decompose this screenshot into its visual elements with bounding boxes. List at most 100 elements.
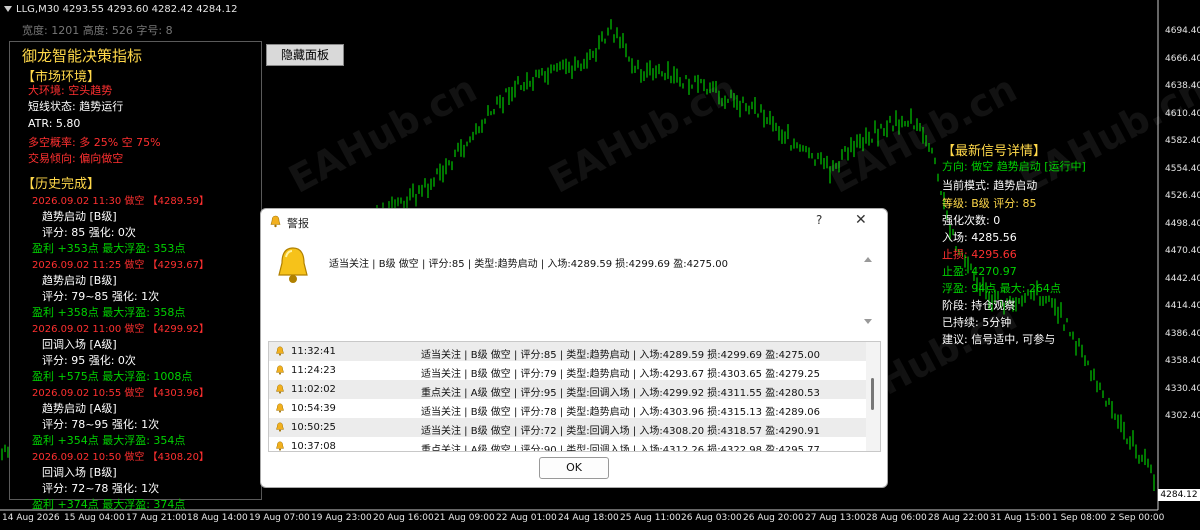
message-scrollbar[interactable] — [861, 251, 875, 329]
alert-time: 10:37:08 — [291, 441, 336, 452]
short-state: 短线状态: 趋势运行 — [28, 100, 124, 113]
alert-text: 重点关注 | A级 做空 | 评分:95 | 类型:回调入场 | 入场:4299… — [421, 388, 820, 399]
bell-icon — [278, 247, 308, 283]
list-scrollbar[interactable] — [866, 341, 881, 452]
decision-panel: 御龙智能决策指标 【市场环境】 大环境: 空头趋势 短线状态: 趋势运行 ATR… — [9, 41, 262, 511]
alert-text: 适当关注 | B级 做空 | 评分:79 | 类型:趋势启动 | 入场:4293… — [421, 369, 820, 380]
alert-row[interactable]: 10:54:39 适当关注 | B级 做空 | 评分:78 | 类型:趋势启动 |… — [269, 399, 867, 418]
x-tick-label: 21 Aug 09:00 — [434, 513, 495, 523]
x-tick-label: 28 Aug 06:00 — [866, 513, 927, 523]
y-tick-label: 4610.40 — [1165, 108, 1200, 119]
x-tick-label: 31 Aug 15:00 — [990, 513, 1051, 523]
history-entry-head: 2026.09.02 11:30 做空 【4289.59】 — [32, 196, 209, 207]
signal-grade: 等级: B级 评分: 85 — [942, 197, 1037, 210]
alert-message: 适当关注 | B级 做空 | 评分:85 | 类型:趋势启动 | 入场:4289… — [329, 259, 728, 270]
x-tick-label: 2 Sep 00:00 — [1110, 513, 1165, 523]
x-tick-label: 1 Sep 08:00 — [1052, 513, 1107, 523]
x-tick-label: 24 Aug 18:00 — [558, 513, 619, 523]
alert-time: 11:02:02 — [291, 384, 336, 395]
x-tick-label: 27 Aug 13:00 — [805, 513, 866, 523]
y-tick-label: 4666.40 — [1165, 53, 1200, 64]
bell-icon — [276, 441, 284, 451]
y-tick-label: 4526.40 — [1165, 191, 1200, 201]
x-tick-label: 18 Aug 14:00 — [187, 513, 248, 523]
y-tick-label: 4498.40 — [1165, 218, 1200, 229]
trade-bias: 交易倾向: 偏向做空 — [28, 152, 124, 165]
alert-time: 11:32:41 — [291, 346, 336, 357]
history-entry-profit: 盈利 +358点 最大浮盈: 358点 — [32, 306, 186, 319]
signal-direction: 方向: 做空 趋势启动 [运行中] — [942, 160, 1086, 173]
signal-float: 浮盈: 94点 最大: 264点 — [942, 282, 1061, 295]
bell-icon — [276, 365, 284, 375]
help-button[interactable]: ? — [816, 213, 822, 227]
history-entry-score: 评分: 72~78 强化: 1次 — [42, 482, 160, 495]
history-entry-mode: 回调入场 [A级] — [42, 338, 117, 351]
history-entry-profit: 盈利 +575点 最大浮盈: 1008点 — [32, 370, 193, 383]
symbol-quote: LLG,M30 4293.55 4293.60 4282.42 4284.12 — [16, 4, 238, 15]
alert-dialog: 警报 ? ✕ 适当关注 | B级 做空 | 评分:85 | 类型:趋势启动 | … — [260, 208, 888, 488]
x-tick-label: 19 Aug 23:00 — [311, 513, 372, 523]
close-button[interactable]: ✕ — [855, 212, 867, 228]
alert-history-list[interactable]: 11:32:41 适当关注 | B级 做空 | 评分:85 | 类型:趋势启动 |… — [268, 341, 868, 452]
x-tick-label: 14 Aug 2026 — [2, 513, 60, 523]
dropdown-triangle-icon[interactable] — [4, 6, 12, 12]
x-tick-label: 28 Aug 22:00 — [928, 513, 989, 523]
history-entry-head: 2026.09.02 10:55 做空 【4303.96】 — [32, 388, 209, 399]
x-tick-label: 20 Aug 16:00 — [373, 513, 434, 523]
dialog-titlebar[interactable]: 警报 ? ✕ — [261, 209, 887, 235]
y-tick-label: 4386.40 — [1165, 328, 1200, 339]
bell-icon — [276, 346, 284, 356]
long-short-probability: 多空概率: 多 25% 空 75% — [28, 136, 161, 149]
y-tick-label: 4330.40 — [1165, 383, 1200, 394]
atr-value: ATR: 5.80 — [28, 117, 81, 130]
bell-icon — [276, 384, 284, 394]
chart-size-info: 宽度: 1201 高度: 526 字号: 8 — [22, 24, 173, 37]
history-entry-mode: 趋势启动 [A级] — [42, 402, 117, 415]
signal-advice: 建议: 信号适中, 可参与 — [942, 333, 1056, 346]
history-entry-head: 2026.09.02 10:50 做空 【4308.20】 — [32, 452, 209, 463]
history-entry-mode: 回调入场 [B级] — [42, 466, 117, 479]
history-entry-profit: 盈利 +353点 最大浮盈: 353点 — [32, 242, 186, 255]
y-tick-label: 4470.40 — [1165, 246, 1200, 256]
signal-lasted: 已持续: 5分钟 — [942, 316, 1012, 329]
signal-mode: 当前模式: 趋势启动 — [942, 179, 1038, 192]
history-entry-mode: 趋势启动 [B级] — [42, 210, 117, 223]
hide-panel-button[interactable]: 隐藏面板 — [266, 44, 344, 66]
current-price-label: 4284.12 — [1158, 489, 1200, 501]
signal-header: 【最新信号详情】 — [942, 144, 1047, 159]
scroll-down-icon[interactable] — [864, 319, 872, 324]
y-tick-label: 4638.40 — [1165, 81, 1200, 91]
history-entry-score: 评分: 95 强化: 0次 — [42, 354, 136, 367]
bell-icon — [276, 403, 284, 413]
signal-entry: 入场: 4285.56 — [942, 231, 1017, 244]
history-header: 【历史完成】 — [22, 177, 101, 192]
signal-stop: 止损: 4295.66 — [942, 248, 1017, 261]
x-tick-label: 19 Aug 07:00 — [249, 513, 310, 523]
alert-row[interactable]: 10:50:25 适当关注 | B级 做空 | 评分:72 | 类型:回调入场 |… — [269, 418, 867, 437]
scroll-up-icon[interactable] — [864, 257, 872, 262]
y-tick-label: 4582.40 — [1165, 136, 1200, 146]
alert-time: 11:24:23 — [291, 365, 336, 376]
alert-row[interactable]: 11:24:23 适当关注 | B级 做空 | 评分:79 | 类型:趋势启动 |… — [269, 361, 867, 380]
y-tick-label: 4302.40 — [1165, 411, 1200, 421]
alert-text: 重点关注 | A级 做空 | 评分:90 | 类型:回调入场 | 入场:4312… — [421, 445, 820, 452]
scroll-thumb[interactable] — [871, 378, 874, 410]
bell-icon — [276, 422, 284, 432]
history-entry-score: 评分: 85 强化: 0次 — [42, 226, 136, 239]
symbol-info: LLG,M30 4293.55 4293.60 4282.42 4284.12 — [4, 4, 238, 15]
x-tick-label: 26 Aug 20:00 — [743, 513, 804, 523]
history-entry-score: 评分: 79~85 强化: 1次 — [42, 290, 160, 303]
y-tick-label: 4414.40 — [1165, 301, 1200, 311]
x-tick-label: 15 Aug 04:00 — [64, 513, 125, 523]
y-tick-label: 4694.40 — [1165, 26, 1200, 36]
bell-icon — [270, 215, 281, 228]
history-entry-head: 2026.09.02 11:25 做空 【4293.67】 — [32, 260, 209, 271]
alert-row[interactable]: 11:02:02 重点关注 | A级 做空 | 评分:95 | 类型:回调入场 |… — [269, 380, 867, 399]
panel-title: 御龙智能决策指标 — [22, 47, 143, 65]
x-tick-label: 22 Aug 01:00 — [496, 513, 557, 523]
alert-row[interactable]: 10:37:08 重点关注 | A级 做空 | 评分:90 | 类型:回调入场 |… — [269, 437, 867, 452]
alert-row[interactable]: 11:32:41 适当关注 | B级 做空 | 评分:85 | 类型:趋势启动 |… — [269, 342, 867, 361]
ok-button[interactable]: OK — [539, 457, 609, 479]
alert-time: 10:50:25 — [291, 422, 336, 433]
alert-time: 10:54:39 — [291, 403, 336, 414]
